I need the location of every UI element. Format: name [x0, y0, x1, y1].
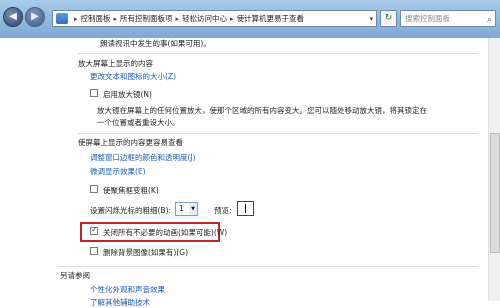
cursor-preview [237, 201, 254, 216]
section-heading-magnifier: 放大屏幕上显示的内容 [78, 59, 153, 68]
vertical-scrollbar[interactable] [488, 38, 500, 301]
link-change-text-size[interactable]: 更改文本和图标的大小(Z) [90, 71, 176, 82]
back-arrow-icon[interactable]: ◀ [3, 7, 23, 27]
divider [58, 266, 478, 267]
search-placeholder: 搜索控制面板 [405, 14, 450, 23]
label-magnifier: 启用放大镜(N) [103, 90, 152, 99]
divider [78, 53, 478, 54]
separator-icon: ▸ [74, 14, 78, 23]
control-panel-icon [56, 13, 68, 24]
separator-icon: ▸ [230, 14, 234, 23]
link-personalize[interactable]: 个性化外观和声音效果 [90, 284, 165, 295]
label-remove-background: 删除背景图像(如果有)(G) [103, 248, 189, 257]
checkbox-magnifier[interactable] [90, 89, 98, 97]
label-thicker-focus: 使聚焦框变粗(K) [103, 186, 159, 195]
breadcrumb-ease-of-access[interactable]: 轻松访问中心 [182, 13, 227, 24]
main-content: 朗读视讯中发生的事(如果可用)。 放大屏幕上显示的内容 更改文本和图标的大小(Z… [0, 38, 500, 307]
magnifier-description-2: 一个位置或者重设大小。 [97, 118, 180, 127]
forward-arrow-icon[interactable]: ▶ [25, 7, 45, 27]
search-icon[interactable]: ⌕ [487, 13, 492, 28]
chevron-down-icon[interactable]: ▾ [369, 15, 373, 23]
separator-icon: ▸ [175, 14, 180, 23]
link-assistive-tech[interactable]: 了解其他辅助技术 [90, 297, 150, 308]
scrollbar-thumb[interactable] [490, 133, 500, 253]
label-preview: 预览: [214, 206, 232, 215]
cursor-thickness-value: 1 [179, 204, 184, 213]
checkbox-disable-animations[interactable] [90, 225, 98, 235]
checkbox-remove-background[interactable] [90, 247, 98, 255]
refresh-icon[interactable]: ↻ [380, 10, 397, 27]
breadcrumb-all-items[interactable]: 所有控制面板项 [120, 13, 173, 24]
label-cursor-thickness: 设置闪烁光标的粗细(B): [90, 206, 172, 215]
chevron-down-icon[interactable]: ▼ [189, 203, 197, 215]
divider [78, 133, 478, 134]
link-tune-display[interactable]: 微调显示效果(E) [90, 166, 146, 177]
separator-icon: ▸ [113, 14, 118, 23]
section-heading-see-also: 另请参阅 [60, 271, 90, 280]
cursor-preview-bar [245, 204, 246, 213]
cut-off-text: 朗读视讯中发生的事(如果可用)。 [100, 39, 211, 48]
magnifier-description: 放大镜在屏幕上的任何位置放大，使那个区域的所有内容变大。您可以随处移动放大镜，将… [97, 106, 427, 115]
section-heading-easier-view: 使屏幕上显示的内容更容易查看 [78, 138, 183, 147]
window-titlebar: ◀ ▶ ▸ 控制面板 ▸ 所有控制面板项 ▸ 轻松访问中心 ▸ 使计算机更易于查… [0, 0, 500, 38]
breadcrumb-control-panel[interactable]: 控制面板 [81, 13, 111, 24]
label-disable-animations: 关闭所有不必要的动画(如果可能)(W) [103, 228, 228, 237]
breadcrumb-current-page[interactable]: 使计算机更易于查看 [237, 13, 305, 24]
link-window-border-color[interactable]: 调整窗口边框的颜色和透明度(J) [90, 152, 196, 163]
cursor-thickness-select[interactable]: 1 ▼ [175, 202, 198, 216]
address-bar[interactable]: ▸ 控制面板 ▸ 所有控制面板项 ▸ 轻松访问中心 ▸ 使计算机更易于查看 ▾ [52, 10, 377, 27]
checkbox-thicker-focus[interactable] [90, 185, 98, 193]
search-input[interactable]: 搜索控制面板 ⌕ [400, 10, 496, 27]
